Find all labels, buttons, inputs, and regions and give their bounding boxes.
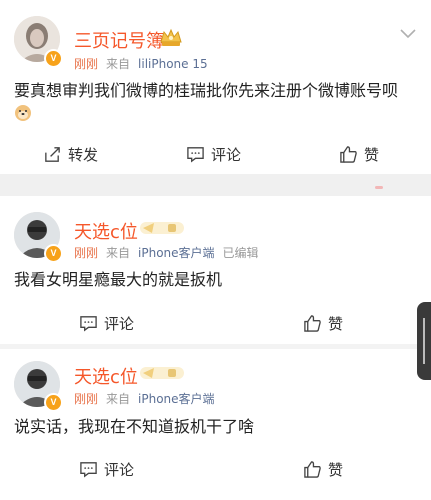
comment-card: V 天选c位 刚刚 来自 iPhone客户端 已编辑 我看女明星瘾最大的就是扳机 评论… [0,196,431,344]
commenter-name[interactable]: 天选c位 [74,218,138,244]
fan-badge-icon [140,367,184,379]
verified-v-icon: V [44,49,63,68]
comment-icon [187,147,204,163]
post-meta: 刚刚 来自 liliPhone 15 [74,55,208,72]
comment-label: 评论 [104,461,135,479]
fan-badge-icon [140,222,184,234]
scroll-handle[interactable] [417,302,431,380]
comment-card: V 天选c位 刚刚 来自 iPhone客户端 说实话，我现在不知道扳机干了啥 评论 … [0,349,431,500]
source-prefix: 来自 [106,392,131,406]
post-text: 要真想审判我们微博的桂瑞批你先来注册个微博账号呗 [14,81,399,100]
comment-meta: 刚刚 来自 iPhone客户端 [74,390,215,407]
comment-label: 评论 [104,315,135,333]
comment-label: 评论 [211,146,242,164]
scroll-grip [423,318,425,364]
verified-v-icon: V [44,393,63,412]
commenter-name[interactable]: 天选c位 [74,363,138,389]
author-name[interactable]: 三页记号簿 [74,27,164,53]
post-card: V 三页记号簿 刚刚 来自 liliPhone 15 要真想审判我们微博的桂瑞批你先… [0,0,431,174]
edited-tag: 已编辑 [222,246,259,260]
like-label: 赞 [328,315,344,333]
divider-mark [375,186,383,189]
comment-reply-button[interactable]: 评论 [79,313,134,334]
source-device[interactable]: liliPhone 15 [138,57,208,71]
like-button[interactable]: 赞 [339,144,379,165]
like-icon [304,315,321,332]
comment-like-button[interactable]: 赞 [303,313,343,334]
like-label: 赞 [328,461,344,479]
comment-icon [80,316,97,332]
repost-label: 转发 [68,146,99,164]
comment-reply-button[interactable]: 评论 [79,459,134,480]
comment-like-button[interactable]: 赞 [303,459,343,480]
post-time: 刚刚 [74,57,99,71]
like-label: 赞 [364,146,380,164]
repost-icon [45,147,60,162]
comment-icon [80,462,97,478]
repost-button[interactable]: 转发 [43,144,98,165]
comment-meta: 刚刚 来自 iPhone客户端 已编辑 [74,244,259,261]
comment-time: 刚刚 [74,392,99,406]
source-device[interactable]: iPhone客户端 [138,246,215,260]
doge-emoji [15,105,31,121]
comment-text: 说实话，我现在不知道扳机干了啥 [14,417,255,436]
fan-badge-icon [160,28,182,46]
comment-button[interactable]: 评论 [186,144,241,165]
source-device[interactable]: iPhone客户端 [138,392,215,406]
verified-v-icon: V [44,244,63,263]
source-prefix: 来自 [106,57,131,71]
source-prefix: 来自 [106,246,131,260]
chevron-down-icon[interactable] [399,28,417,40]
like-icon [304,461,321,478]
comment-time: 刚刚 [74,246,99,260]
comment-text: 我看女明星瘾最大的就是扳机 [14,270,223,289]
like-icon [340,146,357,163]
